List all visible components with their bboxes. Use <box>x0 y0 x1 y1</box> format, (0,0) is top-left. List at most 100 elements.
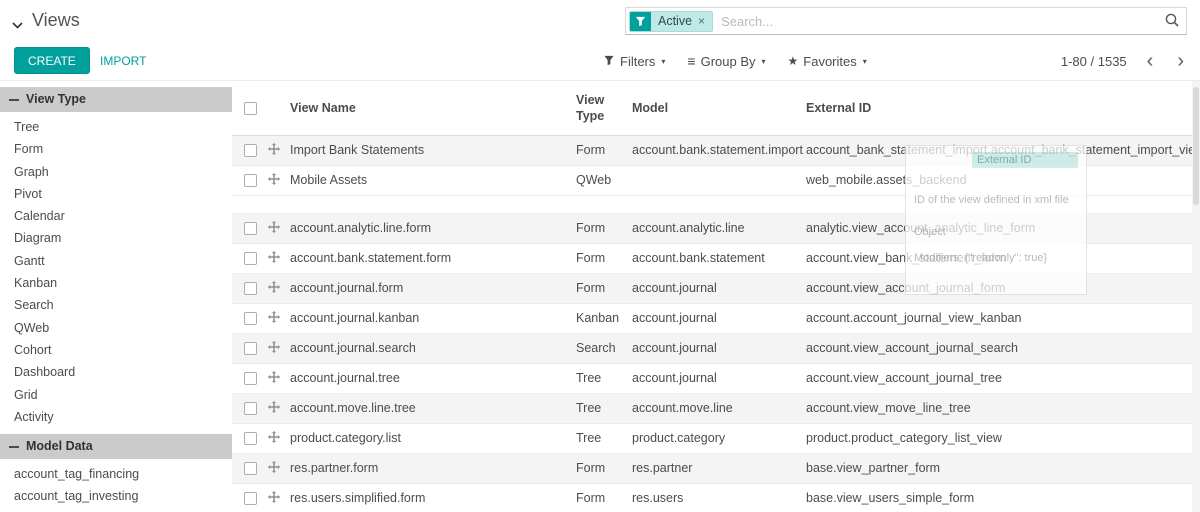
sidebar-filter-item[interactable]: Graph <box>0 161 232 183</box>
row-checkbox[interactable] <box>244 402 257 415</box>
table-row[interactable]: account.journal.search Search account.jo… <box>232 333 1192 363</box>
model-cell: account.journal <box>632 281 717 295</box>
external-id-cell: base.view_users_simple_form <box>806 491 974 505</box>
table-row[interactable]: res.partner.form Form res.partner base.v… <box>232 453 1192 483</box>
drag-handle-icon[interactable] <box>268 311 280 326</box>
drag-handle-icon[interactable] <box>268 401 280 416</box>
row-checkbox[interactable] <box>244 462 257 475</box>
search-input[interactable] <box>721 14 1160 29</box>
table-row[interactable]: account.bank.statement.form Form account… <box>232 243 1192 273</box>
row-checkbox[interactable] <box>244 144 257 157</box>
external-id-cell: account.view_account_journal_form <box>806 281 1005 295</box>
select-all-checkbox[interactable] <box>244 102 257 115</box>
drag-handle-icon[interactable] <box>268 341 280 356</box>
pager-range: 1-80 / 1535 <box>1061 54 1127 69</box>
drag-handle-icon[interactable] <box>268 431 280 446</box>
row-checkbox[interactable] <box>244 492 257 505</box>
column-header-view-type[interactable]: View Type <box>576 81 632 135</box>
row-checkbox[interactable] <box>244 312 257 325</box>
table-row[interactable]: product.category.list Tree product.categ… <box>232 423 1192 453</box>
sidebar-filter-item[interactable]: account_tag_financing <box>0 463 232 485</box>
view-type-cell: Form <box>576 143 605 157</box>
drag-handle-icon[interactable] <box>268 251 280 266</box>
sidebar-filter-item[interactable]: Dashboard <box>0 361 232 383</box>
search-icon[interactable] <box>1164 12 1180 31</box>
search-facet-active[interactable]: Active × <box>629 11 713 32</box>
model-cell: product.category <box>632 431 725 445</box>
sidebar-filter-item[interactable]: Tree <box>0 116 232 138</box>
sidebar-section-model-data[interactable]: Model Data <box>0 434 232 459</box>
table-row[interactable]: res.users.simplified.form Form res.users… <box>232 483 1192 512</box>
search-panel-sidebar: View Type Tree Form Graph Pivot Calendar… <box>0 81 232 512</box>
view-name-cell: account.journal.tree <box>290 371 400 385</box>
row-checkbox[interactable] <box>244 372 257 385</box>
facet-close-icon[interactable]: × <box>698 14 705 28</box>
row-checkbox[interactable] <box>244 432 257 445</box>
scrollbar-thumb[interactable] <box>1193 87 1199 205</box>
column-header-model[interactable]: Model <box>632 81 806 135</box>
sidebar-filter-item[interactable]: Calendar <box>0 205 232 227</box>
pager-previous-button[interactable]: ‹ <box>1143 51 1158 71</box>
drag-handle-icon[interactable] <box>268 491 280 506</box>
vertical-scrollbar[interactable] <box>1192 81 1200 512</box>
sidebar-filter-item[interactable]: Gantt <box>0 250 232 272</box>
external-id-cell: account.view_bank_statement_form <box>806 251 1006 265</box>
drag-handle-icon[interactable] <box>268 173 280 188</box>
favorites-dropdown[interactable]: ★ Favorites ▾ <box>788 54 867 69</box>
drag-handle-icon[interactable] <box>268 221 280 236</box>
row-checkbox[interactable] <box>244 252 257 265</box>
row-checkbox[interactable] <box>244 222 257 235</box>
view-name-cell: account.journal.form <box>290 281 403 295</box>
drag-handle-icon[interactable] <box>268 143 280 158</box>
row-checkbox[interactable] <box>244 174 257 187</box>
view-name-cell: account.journal.kanban <box>290 311 419 325</box>
model-cell: res.users <box>632 491 683 505</box>
table-row[interactable]: Import Bank Statements Form account.bank… <box>232 135 1192 165</box>
model-cell: account.analytic.line <box>632 221 745 235</box>
sidebar-filter-item[interactable]: Search <box>0 294 232 316</box>
drag-handle-icon[interactable] <box>268 281 280 296</box>
sidebar-filter-item[interactable]: Pivot <box>0 183 232 205</box>
table-row[interactable]: account.journal.kanban Kanban account.jo… <box>232 303 1192 333</box>
table-row[interactable]: account.move.line.tree Tree account.move… <box>232 393 1192 423</box>
view-type-list: Tree Form Graph Pivot Calendar Diagram G… <box>0 112 232 428</box>
control-bar: CREATE IMPORT Filters ▾ ≡ Group By ▾ ★ F… <box>0 42 1200 80</box>
groupby-dropdown[interactable]: ≡ Group By ▾ <box>687 53 765 69</box>
table-row[interactable]: account.journal.tree Tree account.journa… <box>232 363 1192 393</box>
row-checkbox[interactable] <box>244 282 257 295</box>
external-id-cell: account.view_move_line_tree <box>806 401 971 415</box>
table-row[interactable]: account.journal.form Form account.journa… <box>232 273 1192 303</box>
table-row[interactable] <box>232 195 1192 213</box>
column-header-external-id[interactable]: External ID <box>806 81 1192 135</box>
table-body: Import Bank Statements Form account.bank… <box>232 135 1192 512</box>
pager: 1-80 / 1535 ‹ › <box>1061 42 1188 80</box>
sidebar-filter-item[interactable]: QWeb <box>0 317 232 339</box>
create-button[interactable]: CREATE <box>14 47 90 74</box>
sidebar-filter-item[interactable]: Activity <box>0 406 232 428</box>
view-type-cell: Form <box>576 281 605 295</box>
filters-dropdown[interactable]: Filters ▾ <box>603 54 665 69</box>
drag-handle-icon[interactable] <box>268 371 280 386</box>
collapse-icon <box>9 446 19 448</box>
row-checkbox[interactable] <box>244 342 257 355</box>
collapse-icon <box>9 99 19 101</box>
sidebar-filter-item[interactable]: Grid <box>0 384 232 406</box>
table-row[interactable]: account.analytic.line.form Form account.… <box>232 213 1192 243</box>
sidebar-section-view-type[interactable]: View Type <box>0 87 232 112</box>
sidebar-filter-item[interactable]: Form <box>0 138 232 160</box>
view-name-cell: Mobile Assets <box>290 173 367 187</box>
page-title: Views <box>32 10 80 31</box>
drag-column-header <box>262 81 290 135</box>
sidebar-filter-item[interactable]: Diagram <box>0 227 232 249</box>
import-button[interactable]: IMPORT <box>94 47 152 74</box>
chevron-down-icon[interactable] <box>12 17 23 24</box>
sidebar-filter-item[interactable]: Cohort <box>0 339 232 361</box>
sidebar-filter-item[interactable]: account_tag_investing <box>0 485 232 507</box>
sidebar-filter-item[interactable]: Kanban <box>0 272 232 294</box>
external-id-cell: product.product_category_list_view <box>806 431 1002 445</box>
column-header-view-name[interactable]: View Name <box>290 81 576 135</box>
drag-handle-icon[interactable] <box>268 461 280 476</box>
table-row[interactable]: Mobile Assets QWeb web_mobile.assets_bac… <box>232 165 1192 195</box>
pager-next-button[interactable]: › <box>1173 51 1188 71</box>
views-table: View Name View Type Model External ID Im… <box>232 81 1192 512</box>
